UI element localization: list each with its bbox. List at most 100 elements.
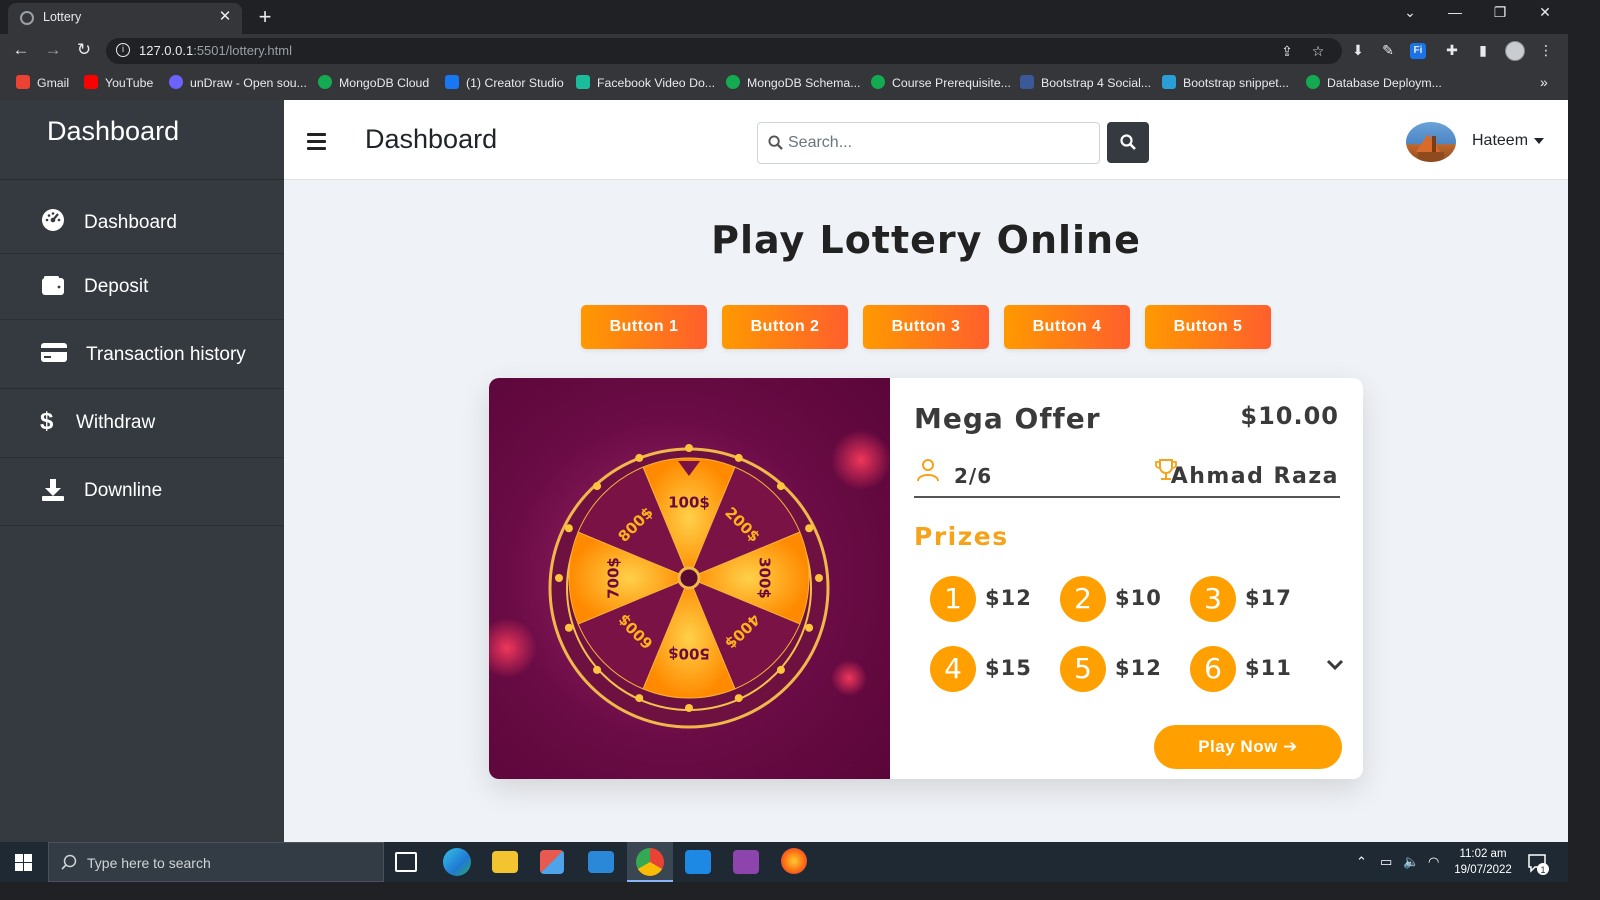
bookmarks-overflow-icon[interactable]: » bbox=[1540, 74, 1548, 90]
prize-amount: $10 bbox=[1115, 586, 1162, 610]
profile-avatar[interactable] bbox=[1505, 41, 1525, 61]
fi-extension-icon[interactable]: Fi bbox=[1410, 43, 1426, 59]
taskbar-search-text: Type here to search bbox=[87, 855, 211, 871]
reload-icon[interactable]: ↻ bbox=[73, 40, 95, 60]
prize-item: 1 $12 bbox=[930, 576, 1050, 622]
bookmark-item[interactable]: Gmail bbox=[16, 75, 69, 90]
wheel-light bbox=[805, 623, 814, 632]
search-icon bbox=[61, 854, 77, 875]
site-info-icon[interactable]: i bbox=[116, 43, 130, 57]
tray-chevron-icon[interactable]: ⌃ bbox=[1356, 854, 1367, 870]
prize-item: 4 $15 bbox=[930, 646, 1050, 692]
sidebar-item-label: Dashboard bbox=[84, 212, 177, 233]
prize-amount: $11 bbox=[1245, 656, 1292, 680]
window-close-button[interactable]: ✕ bbox=[1533, 4, 1557, 21]
browser-tab-bar: Lottery ✕ + ⌄ — ❐ ✕ bbox=[0, 0, 1568, 34]
volume-icon[interactable]: 🔈 bbox=[1403, 854, 1419, 870]
tab-close-icon[interactable]: ✕ bbox=[216, 8, 234, 26]
undraw-icon bbox=[169, 75, 183, 89]
wifi-icon[interactable]: ◠ bbox=[1428, 854, 1439, 870]
sidebar-item-transaction-history[interactable]: Transaction history bbox=[0, 320, 284, 386]
wheel-light bbox=[564, 623, 573, 632]
lottery-card: 100$ 200$ 300$ 400$ 500$ 600$ 700$ 800$ Mega Of… bbox=[489, 378, 1363, 779]
dollar-icon: $ bbox=[40, 408, 54, 435]
battery-icon[interactable]: ▭ bbox=[1380, 854, 1392, 870]
minimize-button[interactable]: — bbox=[1443, 4, 1467, 20]
bookmark-item[interactable]: Database Deploym... bbox=[1306, 75, 1442, 90]
browser-tab[interactable]: Lottery ✕ bbox=[8, 3, 242, 34]
facebook-icon bbox=[576, 75, 590, 89]
button-4[interactable]: Button 4 bbox=[1004, 305, 1130, 349]
visual-studio-icon[interactable] bbox=[733, 850, 759, 874]
prize-wheel-image: 100$ 200$ 300$ 400$ 500$ 600$ 700$ 800$ bbox=[489, 378, 891, 779]
globe-icon bbox=[20, 11, 34, 25]
forward-icon[interactable]: → bbox=[42, 40, 64, 60]
menu-dots-icon[interactable]: ⋮ bbox=[1536, 42, 1556, 59]
play-now-button[interactable]: Play Now ➔ bbox=[1154, 725, 1342, 769]
caret-down-icon[interactable] bbox=[1534, 138, 1544, 144]
prize-rank-badge: 5 bbox=[1060, 646, 1106, 692]
button-1[interactable]: Button 1 bbox=[581, 305, 707, 349]
tab-search-icon[interactable]: ⌄ bbox=[1398, 4, 1422, 21]
bookmark-item[interactable]: (1) Creator Studio bbox=[445, 75, 564, 90]
bookmark-item[interactable]: unDraw - Open sou... bbox=[169, 75, 307, 90]
prize-item: 5 $12 bbox=[1060, 646, 1180, 692]
download-extension-icon[interactable]: ⬇ bbox=[1348, 42, 1368, 59]
search-button[interactable] bbox=[1107, 122, 1149, 163]
bookmark-item[interactable]: Facebook Video Do... bbox=[576, 75, 715, 90]
sidebar-brand[interactable]: Dashboard bbox=[47, 116, 179, 147]
mail-icon[interactable] bbox=[588, 851, 614, 873]
bookmark-star-icon[interactable]: ☆ bbox=[1309, 43, 1327, 60]
taskbar-search[interactable]: Type here to search bbox=[48, 842, 384, 882]
user-avatar[interactable] bbox=[1406, 122, 1456, 162]
wheel-light bbox=[635, 453, 644, 462]
search-field[interactable] bbox=[757, 122, 1100, 164]
button-3[interactable]: Button 3 bbox=[863, 305, 989, 349]
share-icon[interactable]: ⇪ bbox=[1278, 43, 1296, 60]
url-bar[interactable]: i 127.0.0.1:5501/lottery.html ⇪ ☆ bbox=[106, 38, 1342, 64]
wheel-light bbox=[685, 704, 693, 712]
system-clock[interactable]: 11:02 am 19/07/2022 bbox=[1450, 846, 1516, 878]
card-body: Mega Offer $10.00 2/6 Ahmad Raza Prizes … bbox=[890, 378, 1363, 779]
user-name[interactable]: Hateem bbox=[1472, 132, 1528, 150]
file-explorer-icon[interactable] bbox=[492, 851, 518, 873]
notification-count: 1 bbox=[1540, 865, 1545, 875]
search-input[interactable] bbox=[788, 131, 1088, 155]
bookmark-item[interactable]: MongoDB Schema... bbox=[726, 75, 860, 90]
bookmark-item[interactable]: YouTube bbox=[84, 75, 153, 90]
side-panel-icon[interactable]: ▮ bbox=[1473, 42, 1493, 59]
mongodb-icon bbox=[1306, 75, 1320, 89]
wheel-label: 500$ bbox=[668, 645, 710, 663]
youtube-icon bbox=[84, 75, 98, 89]
button-5[interactable]: Button 5 bbox=[1145, 305, 1271, 349]
hamburger-menu-icon[interactable] bbox=[307, 133, 326, 150]
wheel-label: 100$ bbox=[668, 494, 710, 512]
prize-amount: $12 bbox=[985, 586, 1032, 610]
bookmark-item[interactable]: Bootstrap snippet... bbox=[1162, 75, 1289, 90]
notification-center-icon[interactable]: 1 bbox=[1527, 853, 1549, 880]
back-icon[interactable]: ← bbox=[10, 40, 32, 60]
sidebar-item-downline[interactable]: Downline bbox=[0, 458, 284, 524]
button-2[interactable]: Button 2 bbox=[722, 305, 848, 349]
puzzle-extensions-icon[interactable]: ✚ bbox=[1442, 42, 1462, 59]
sidebar-item-dashboard[interactable]: Dashboard bbox=[0, 188, 284, 254]
restore-button[interactable]: ❐ bbox=[1488, 4, 1512, 21]
firefox-icon[interactable] bbox=[781, 848, 807, 874]
chevron-down-icon[interactable] bbox=[1326, 658, 1344, 676]
bookmark-item[interactable]: Bootstrap 4 Social... bbox=[1020, 75, 1151, 90]
sidebar-item-deposit[interactable]: Deposit bbox=[0, 254, 284, 320]
vscode-icon[interactable] bbox=[685, 850, 711, 874]
store-icon[interactable] bbox=[540, 850, 564, 874]
windows-start-icon[interactable] bbox=[15, 854, 32, 876]
search-icon bbox=[1120, 134, 1136, 150]
wheel-light bbox=[593, 482, 602, 491]
pen-extension-icon[interactable]: ✎ bbox=[1378, 42, 1398, 59]
chrome-icon[interactable] bbox=[636, 848, 664, 876]
url-text[interactable]: 127.0.0.1:5501/lottery.html bbox=[139, 43, 292, 58]
sidebar-item-withdraw[interactable]: $ Withdraw bbox=[0, 389, 284, 455]
bookmark-item[interactable]: MongoDB Cloud bbox=[318, 75, 429, 90]
edge-icon[interactable] bbox=[443, 848, 471, 876]
bookmark-item[interactable]: Course Prerequisite... bbox=[871, 75, 1011, 90]
task-view-icon[interactable] bbox=[395, 852, 417, 872]
new-tab-button[interactable]: + bbox=[254, 4, 276, 30]
